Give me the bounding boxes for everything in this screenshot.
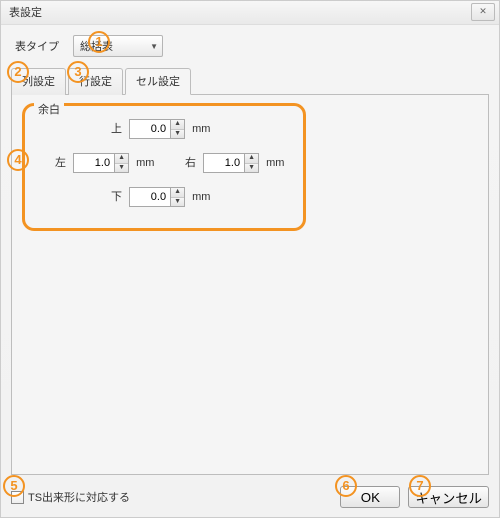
group-outline: 上 ▲ ▼ mm 左 xyxy=(22,103,306,231)
type-combobox[interactable]: 総括表 ▼ xyxy=(73,35,163,57)
spin-down-icon[interactable]: ▼ xyxy=(245,164,258,173)
cancel-button[interactable]: キャンセル xyxy=(408,486,489,508)
spin-up-icon[interactable]: ▲ xyxy=(245,154,258,164)
spin-down-icon[interactable]: ▼ xyxy=(115,164,128,173)
ok-label: OK xyxy=(361,490,380,505)
type-value: 総括表 xyxy=(80,38,113,54)
pad-top-unit: mm xyxy=(192,123,210,135)
group-title: 余白 xyxy=(34,101,64,117)
ok-button[interactable]: OK xyxy=(340,486,400,508)
title-bar: 表設定 ✕ xyxy=(1,1,499,25)
pad-bottom-unit: mm xyxy=(192,191,210,203)
tab-panel: 余白 上 ▲ ▼ mm 左 xyxy=(11,95,489,475)
type-label: 表タイプ xyxy=(15,38,59,54)
pad-right-unit: mm xyxy=(266,157,284,169)
pad-left-unit: mm xyxy=(136,157,154,169)
pad-bottom-spinner[interactable]: ▲ ▼ xyxy=(129,187,185,207)
pad-left-spinner[interactable]: ▲ ▼ xyxy=(73,153,129,173)
pad-top-input[interactable] xyxy=(130,120,170,138)
tab-rows[interactable]: 行設定 xyxy=(68,68,123,95)
tab-columns-label: 列設定 xyxy=(22,76,55,88)
pad-right-input[interactable] xyxy=(204,154,244,172)
window-title: 表設定 xyxy=(9,7,42,19)
checkbox-label: TS出来形に対応する xyxy=(28,489,130,505)
tab-cells[interactable]: セル設定 xyxy=(125,68,191,95)
padding-group: 余白 上 ▲ ▼ mm 左 xyxy=(22,103,306,231)
cancel-label: キャンセル xyxy=(415,491,482,506)
ts-checkbox[interactable]: TS出来形に対応する xyxy=(11,489,130,505)
checkbox-box xyxy=(11,491,24,504)
spin-up-icon[interactable]: ▲ xyxy=(171,120,184,130)
tab-columns[interactable]: 列設定 xyxy=(11,68,66,95)
pad-left-input[interactable] xyxy=(74,154,114,172)
close-button[interactable]: ✕ xyxy=(471,3,495,21)
pad-top-label: 上 xyxy=(106,120,122,136)
tab-cells-label: セル設定 xyxy=(136,76,180,88)
tab-container: 列設定 行設定 セル設定 余白 上 ▲ ▼ xyxy=(11,67,489,475)
spin-up-icon[interactable]: ▲ xyxy=(115,154,128,164)
dialog-window: 表設定 ✕ 表タイプ 総括表 ▼ 列設定 行設定 セル設定 余白 上 xyxy=(0,0,500,518)
pad-left-row: 左 ▲ ▼ mm xyxy=(50,153,154,173)
spin-down-icon[interactable]: ▼ xyxy=(171,198,184,207)
spin-up-icon[interactable]: ▲ xyxy=(171,188,184,198)
pad-right-row: 右 ▲ ▼ mm xyxy=(180,153,284,173)
pad-right-label: 右 xyxy=(180,154,196,170)
spin-down-icon[interactable]: ▼ xyxy=(171,130,184,139)
pad-top-spinner[interactable]: ▲ ▼ xyxy=(129,119,185,139)
chevron-down-icon: ▼ xyxy=(150,42,158,51)
tab-rows-label: 行設定 xyxy=(79,76,112,88)
pad-bottom-label: 下 xyxy=(106,188,122,204)
pad-bottom-row: 下 ▲ ▼ mm xyxy=(106,187,210,207)
pad-bottom-input[interactable] xyxy=(130,188,170,206)
type-row: 表タイプ 総括表 ▼ xyxy=(1,25,499,61)
pad-left-label: 左 xyxy=(50,154,66,170)
close-icon: ✕ xyxy=(479,6,487,16)
tab-strip: 列設定 行設定 セル設定 xyxy=(11,67,489,95)
pad-top-row: 上 ▲ ▼ mm xyxy=(106,119,210,139)
footer: TS出来形に対応する OK キャンセル xyxy=(1,477,499,517)
pad-right-spinner[interactable]: ▲ ▼ xyxy=(203,153,259,173)
